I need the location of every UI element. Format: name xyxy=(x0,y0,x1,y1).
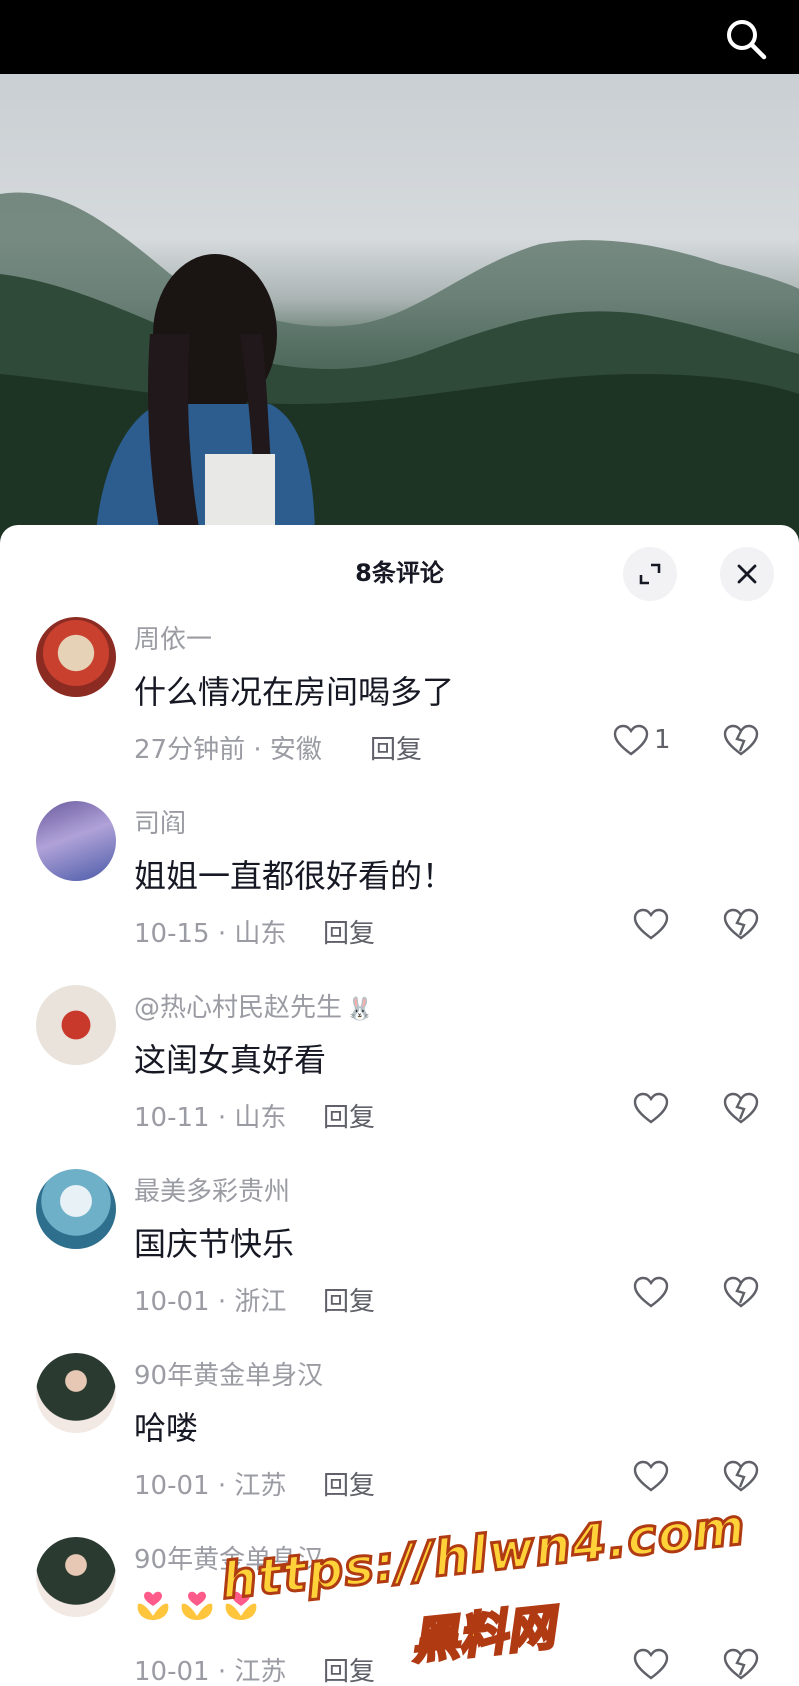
dislike-button[interactable] xyxy=(722,723,760,761)
comment-item: 周依一 什么情况在房间喝多了 27分钟前 · 安徽 回复 1 xyxy=(0,617,799,801)
comment-item: 最美多彩贵州 国庆节快乐 10-01 · 浙江 回复 xyxy=(0,1169,799,1353)
reply-button[interactable]: 回复 xyxy=(323,1281,375,1318)
comment-meta: 10-15 · 山东 xyxy=(134,919,287,949)
heart-icon xyxy=(633,1092,669,1124)
avatar[interactable] xyxy=(36,617,116,697)
heart-icon xyxy=(633,1276,669,1308)
comment-username[interactable]: 最美多彩贵州 xyxy=(134,1171,290,1208)
search-icon xyxy=(727,20,767,60)
like-button[interactable] xyxy=(632,1091,670,1125)
hands-heart-icon xyxy=(137,1591,169,1620)
comment-username[interactable]: @热心村民赵先生 🐰 xyxy=(134,987,373,1024)
close-icon xyxy=(737,564,757,584)
comment-username[interactable]: 90年黄金单身汉 xyxy=(134,1355,323,1392)
comment-username[interactable]: 司阎 xyxy=(134,803,186,840)
reply-button[interactable]: 回复 xyxy=(323,1097,375,1134)
broken-heart-icon xyxy=(723,1276,759,1308)
comment-username[interactable]: 90年黄金单身汉 xyxy=(134,1539,323,1576)
comment-item: 90年黄金单身汉 哈喽 10-01 · 江苏 回复 xyxy=(0,1353,799,1537)
heart-icon xyxy=(613,724,649,756)
mountain-scene xyxy=(0,192,799,544)
comments-count-title: 8条评论 xyxy=(355,559,444,587)
avatar[interactable] xyxy=(36,1353,116,1433)
top-bar xyxy=(0,0,799,74)
reply-button[interactable]: 回复 xyxy=(323,913,375,950)
reply-button[interactable]: 回复 xyxy=(323,1651,375,1686)
comment-item: 90年黄金单身汉 10-01 · 江苏 回复 xyxy=(0,1537,799,1686)
broken-heart-icon xyxy=(723,1092,759,1124)
comment-meta: 10-01 · 浙江 xyxy=(134,1287,287,1317)
dislike-button[interactable] xyxy=(722,1091,760,1129)
comment-meta: 10-11 · 山东 xyxy=(134,1103,287,1133)
comment-meta: 27分钟前 · 安徽 xyxy=(134,735,322,765)
dislike-button[interactable] xyxy=(722,1647,760,1685)
close-button[interactable] xyxy=(720,547,774,601)
comments-sheet: 8条评论 周依一 什么情况在房间喝多了 27分钟前 · 安徽 回复 1 司阎 姐… xyxy=(0,525,799,1686)
bunny-icon: 🐰 xyxy=(346,997,374,1022)
dislike-button[interactable] xyxy=(722,907,760,945)
like-button[interactable] xyxy=(632,1275,670,1309)
dislike-button[interactable] xyxy=(722,1459,760,1497)
broken-heart-icon xyxy=(723,1648,759,1680)
hands-heart-icon xyxy=(225,1591,257,1620)
comment-username[interactable]: 周依一 xyxy=(134,619,212,656)
avatar[interactable] xyxy=(36,1537,116,1617)
broken-heart-icon xyxy=(723,1460,759,1492)
search-button[interactable] xyxy=(721,14,771,64)
reply-button[interactable]: 回复 xyxy=(323,1465,375,1502)
heart-icon xyxy=(633,908,669,940)
comment-item: @热心村民赵先生 🐰 这闺女真好看 10-11 · 山东 回复 xyxy=(0,985,799,1169)
avatar[interactable] xyxy=(36,801,116,881)
like-button[interactable] xyxy=(632,907,670,941)
dislike-button[interactable] xyxy=(722,1275,760,1313)
like-button[interactable] xyxy=(632,1647,670,1681)
broken-heart-icon xyxy=(723,724,759,756)
comment-text: 哈喽 xyxy=(134,1409,199,1447)
comment-text: 这闺女真好看 xyxy=(134,1041,327,1079)
comment-meta: 10-01 · 江苏 xyxy=(134,1471,287,1501)
expand-icon xyxy=(639,563,661,585)
video-frame[interactable] xyxy=(0,74,799,544)
expand-button[interactable] xyxy=(623,547,677,601)
avatar[interactable] xyxy=(36,1169,116,1249)
like-count: 1 xyxy=(654,725,671,755)
comment-text: 姐姐一直都很好看的！ xyxy=(134,857,455,895)
comment-text: 国庆节快乐 xyxy=(134,1225,295,1263)
avatar[interactable] xyxy=(36,985,116,1065)
reply-button[interactable]: 回复 xyxy=(370,729,422,766)
heart-icon xyxy=(633,1460,669,1492)
comment-meta: 10-01 · 江苏 xyxy=(134,1657,287,1686)
like-button[interactable] xyxy=(632,1459,670,1493)
hands-heart-icon xyxy=(181,1591,213,1620)
comment-text: 什么情况在房间喝多了 xyxy=(134,673,455,711)
comment-emoji-row xyxy=(134,1582,260,1622)
comment-item: 司阎 姐姐一直都很好看的！ 10-15 · 山东 回复 xyxy=(0,801,799,985)
like-button[interactable]: 1 xyxy=(612,723,671,757)
broken-heart-icon xyxy=(723,908,759,940)
heart-icon xyxy=(633,1648,669,1680)
